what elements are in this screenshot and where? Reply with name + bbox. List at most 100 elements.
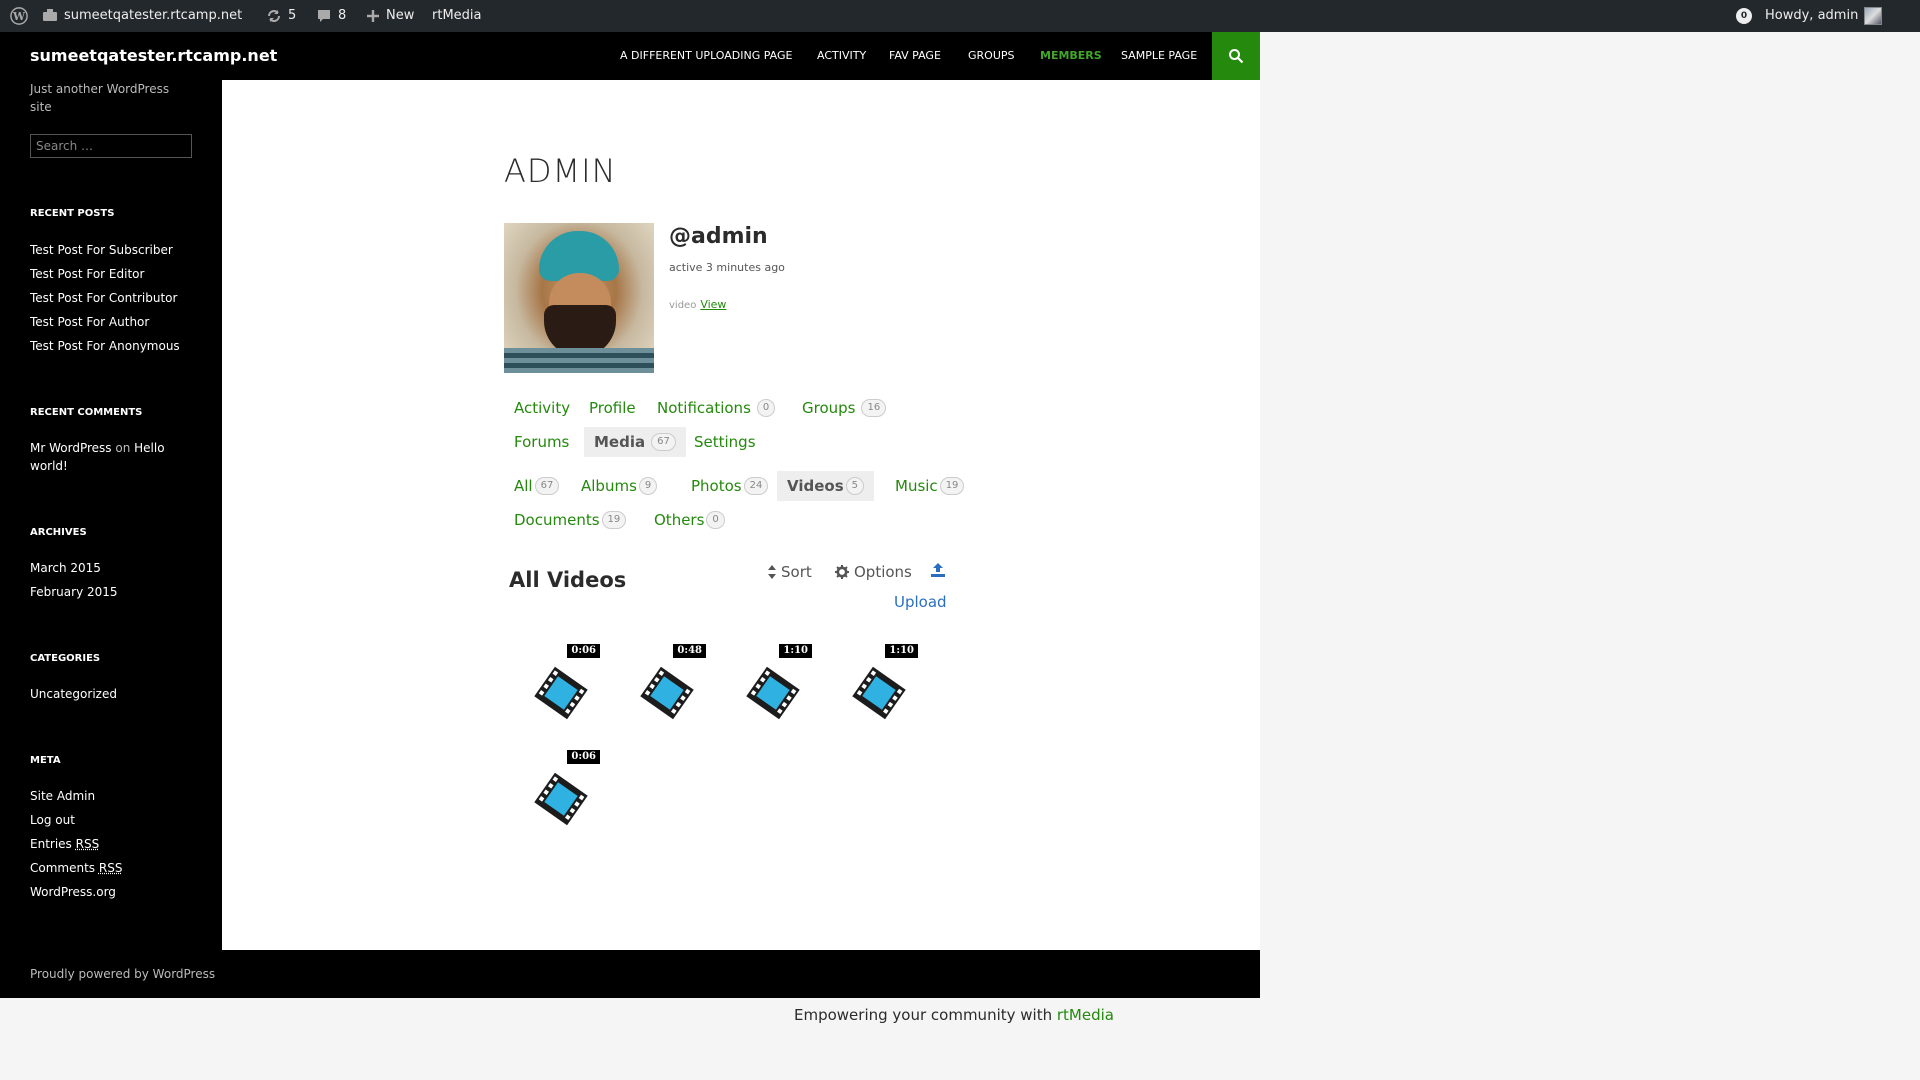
latest-update-text: video [669,300,697,311]
nav-item-sample-page[interactable]: SAMPLE PAGE [1121,32,1197,80]
sort-button[interactable]: Sort [768,563,812,581]
subtab-all[interactable]: All 67 [504,471,569,501]
tab-label: Media [594,433,646,451]
updates-count: 5 [288,8,297,23]
meta-title: META [30,755,61,766]
wordpress-org-link[interactable]: WordPress.org [30,880,122,904]
archive-link[interactable]: March 2015 [30,556,118,580]
subtab-videos[interactable]: Videos 5 [777,471,875,501]
subtab-music[interactable]: Music 19 [885,471,974,501]
sort-icon [768,565,776,579]
recent-post-link[interactable]: Test Post For Subscriber [30,238,180,262]
categories-list: Uncategorized [30,682,117,706]
updates-link[interactable]: 5 [266,0,296,32]
archives-list: March 2015 February 2015 [30,556,118,604]
view-link[interactable]: View [700,298,726,311]
rss-abbr: RSS [98,861,123,875]
notifications-link[interactable]: 0 [1736,0,1752,32]
archive-link[interactable]: February 2015 [30,580,118,604]
recent-post-link[interactable]: Test Post For Contributor [30,286,180,310]
site-footer: Proudly powered by WordPress [0,950,1260,998]
rtmedia-link[interactable]: rtMedia [1057,1006,1114,1024]
log-out-link[interactable]: Log out [30,808,122,832]
svg-text:W: W [12,10,26,23]
site-title[interactable]: sumeetqatester.rtcamp.net [30,32,277,80]
entries-label: Entries [30,837,72,851]
tab-groups[interactable]: Groups 16 [792,393,896,423]
video-duration: 0:06 [567,750,600,764]
rtmedia-menu-link[interactable]: rtMedia [432,0,482,32]
nav-item-fav-page[interactable]: FAV PAGE [889,32,941,80]
category-link[interactable]: Uncategorized [30,682,117,706]
profile-avatar[interactable] [504,223,654,373]
recent-post-link[interactable]: Test Post For Anonymous [30,334,180,358]
comment-author-link[interactable]: Mr WordPress [30,441,112,455]
nav-item-activity[interactable]: ACTIVITY [817,32,866,80]
howdy-label: Howdy, admin [1765,8,1859,23]
recent-post-link[interactable]: Test Post For Author [30,310,180,334]
tab-label: Albums [581,477,637,495]
sort-label: Sort [781,563,812,581]
recent-comment: Mr WordPress on Hello world! [30,439,190,475]
tab-profile[interactable]: Profile [579,393,646,423]
site-admin-link[interactable]: Site Admin [30,784,122,808]
comment-icon [318,10,330,22]
tab-settings[interactable]: Settings [684,427,766,457]
search-toggle-button[interactable] [1212,32,1260,80]
film-icon [852,666,906,720]
video-duration: 0:48 [673,644,706,658]
user-mention: @admin [669,224,768,249]
site-name-link[interactable]: sumeetqatester.rtcamp.net [42,0,242,32]
film-icon [640,666,694,720]
subtab-albums[interactable]: Albums 9 [571,471,667,501]
tab-label: Activity [514,399,571,417]
nav-item-members[interactable]: MEMBERS [1040,32,1102,80]
wordpress-logo-icon[interactable]: W [10,0,28,32]
tab-label: Settings [694,433,756,451]
nav-item-uploading-page[interactable]: A DIFFERENT UPLOADING PAGE [620,32,793,80]
options-button[interactable]: Options [835,563,912,581]
tab-label: Videos [787,477,844,495]
subtab-photos[interactable]: Photos 24 [681,471,778,501]
gear-icon [835,565,849,579]
site-header: sumeetqatester.rtcamp.net A DIFFERENT UP… [0,32,1260,80]
recent-post-link[interactable]: Test Post For Editor [30,262,180,286]
comments-rss-link[interactable]: Comments RSS [30,856,122,880]
tab-activity[interactable]: Activity [504,393,580,423]
comments-link[interactable]: 8 [316,0,346,32]
upload-icon-button[interactable] [931,563,945,577]
tab-label: All [514,477,533,495]
tab-label: Music [895,477,938,495]
tab-label: Notifications [657,399,751,417]
plus-icon [367,10,379,22]
meta-list: Site Admin Log out Entries RSS Comments … [30,784,122,904]
gallery-title: All Videos [509,568,627,592]
video-thumbnail[interactable]: 1:10 [722,644,822,744]
entries-rss-link[interactable]: Entries RSS [30,832,122,856]
tab-notifications[interactable]: Notifications 0 [647,393,785,423]
upload-link[interactable]: Upload [894,593,947,611]
tab-forums[interactable]: Forums [504,427,579,457]
subtab-documents[interactable]: Documents 19 [504,505,636,535]
tab-media[interactable]: Media 67 [584,427,686,457]
my-account-link[interactable]: Howdy, admin [1765,0,1883,32]
search-icon [1229,49,1244,64]
page-title: ADMIN [504,152,617,190]
nav-item-groups[interactable]: GROUPS [968,32,1015,80]
sidebar-search-input[interactable]: Search … [30,134,192,158]
new-content-link[interactable]: New [366,0,414,32]
subtab-others[interactable]: Others 0 [644,505,735,535]
options-label: Options [854,563,912,581]
site-name-label: sumeetqatester.rtcamp.net [64,8,243,23]
rtmedia-credit: Empowering your community with rtMedia [794,1006,1114,1024]
footer-credit[interactable]: Proudly powered by WordPress [30,950,215,998]
video-thumbnail[interactable]: 1:10 [828,644,928,744]
video-thumbnail[interactable]: 0:48 [616,644,716,744]
video-thumbnail[interactable]: 0:06 [510,644,610,744]
recent-posts-list: Test Post For Subscriber Test Post For E… [30,238,180,358]
recent-comments-title: RECENT COMMENTS [30,407,143,418]
tab-label: Others [654,511,705,529]
new-label: New [386,8,415,23]
video-thumbnail[interactable]: 0:06 [510,750,610,850]
video-duration: 0:06 [567,644,600,658]
